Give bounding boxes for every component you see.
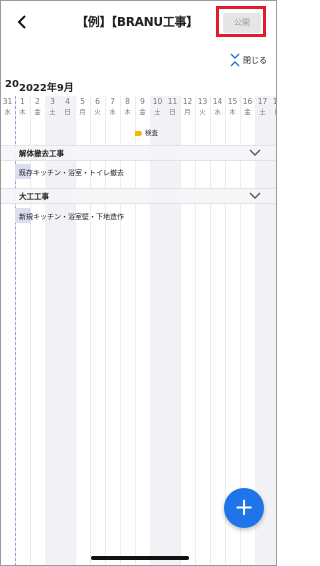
weekday-label: 月	[79, 108, 86, 116]
weekday-label: 木	[124, 108, 131, 116]
weekday-label: 水	[4, 108, 11, 116]
day-number: 1	[20, 97, 25, 106]
weekday-label: 火	[94, 108, 101, 116]
weekday-label: 金	[34, 108, 41, 116]
weekday-label: 木	[229, 108, 236, 116]
day-column	[210, 96, 225, 565]
day-number: 9	[140, 97, 145, 106]
publish-highlight-box	[216, 6, 266, 37]
add-button[interactable]: +	[224, 488, 264, 528]
day-number: 18	[273, 97, 276, 106]
weekday-label: 日	[169, 108, 176, 116]
day-column	[90, 96, 105, 565]
task-label[interactable]: 既存キッチン・浴室・トイレ撤去	[19, 168, 124, 178]
day-label: 31 水	[1, 96, 15, 118]
day-number: 10	[152, 97, 163, 106]
chevron-down-icon[interactable]	[249, 148, 261, 158]
section-title: 解体撤去工事	[19, 149, 64, 158]
weekday-label: 土	[49, 108, 56, 116]
day-number: 16	[242, 97, 253, 106]
weekday-label: 土	[259, 108, 266, 116]
day-number: 2	[35, 97, 40, 106]
close-timeline-button[interactable]: 閉じる	[229, 52, 269, 68]
weekday-label: 金	[244, 108, 251, 116]
day-column	[60, 96, 75, 565]
day-label: 3土	[45, 96, 60, 118]
day-label: 5月	[75, 96, 90, 118]
section-header-demolition[interactable]: 解体撤去工事	[1, 145, 276, 161]
weekday-label: 水	[214, 108, 221, 116]
weekday-label: 水	[109, 108, 116, 116]
day-number: 8	[125, 97, 130, 106]
day-number: 14	[212, 97, 223, 106]
day-label: 10 土	[150, 96, 165, 118]
section-title: 大工工事	[19, 192, 49, 201]
day-label: 6火	[90, 96, 105, 118]
day-column	[30, 96, 45, 565]
page-title: 【例】【BRANU工事】	[76, 15, 198, 29]
back-button[interactable]	[15, 11, 31, 33]
day-label: 13 火	[195, 96, 210, 118]
weekday-label: 木	[19, 108, 26, 116]
chevron-down-icon[interactable]	[249, 191, 261, 201]
month-label: 2022年9月	[19, 83, 74, 94]
day-column	[165, 96, 180, 565]
flag-icon	[135, 130, 142, 136]
day-label: 16 金	[240, 96, 255, 118]
day-label: 17 土	[255, 96, 270, 118]
day-column	[45, 96, 60, 565]
plus-icon: +	[233, 493, 255, 521]
day-column	[270, 96, 276, 565]
day-label: 11 日	[165, 96, 180, 118]
day-number: 6	[95, 97, 100, 106]
section-header-carpentry[interactable]: 大工工事	[1, 188, 276, 204]
day-number: 15	[227, 97, 238, 106]
weekday-label: 日	[64, 108, 71, 116]
day-label: 2金	[30, 96, 45, 118]
task-label[interactable]: 新規キッチン・浴室壁・下地造作	[19, 212, 124, 222]
day-number: 11	[167, 97, 178, 106]
day-label: 15 木	[225, 96, 240, 118]
day-label: 7水	[105, 96, 120, 118]
day-label: 18日	[270, 96, 276, 118]
day-label: 1木	[15, 96, 30, 118]
day-label: 12 月	[180, 96, 195, 118]
day-number: 17	[257, 97, 268, 106]
weekday-label: 月	[184, 108, 191, 116]
day-number: 4	[65, 97, 70, 106]
month-header: 20 2022年9月	[1, 79, 276, 94]
day-label: 4日	[60, 96, 75, 118]
day-number: 31	[2, 97, 13, 106]
milestone-label: 検査	[145, 129, 158, 137]
day-label: 9金	[135, 96, 150, 118]
day-number: 3	[50, 97, 55, 106]
day-column	[120, 96, 135, 565]
home-indicator	[91, 556, 189, 560]
day-column	[105, 96, 120, 565]
collapse-icon	[230, 53, 240, 67]
day-column	[180, 96, 195, 565]
day-number: 13	[197, 97, 208, 106]
weekday-label: 土	[154, 108, 161, 116]
day-number: 7	[110, 97, 115, 106]
day-column	[135, 96, 150, 565]
chevron-left-icon	[17, 15, 26, 29]
day-number: 12	[182, 97, 193, 106]
day-column	[150, 96, 165, 565]
weekday-label: 日	[270, 107, 276, 118]
milestone-marker[interactable]: 検査	[135, 127, 158, 137]
day-number: 5	[80, 97, 85, 106]
day-column	[195, 96, 210, 565]
day-column	[1, 96, 15, 565]
app-frame: 【例】【BRANU工事】 公開 閉じる 20 2022年9月 検査 解体撤去工事…	[0, 0, 277, 566]
day-label: 14 水	[210, 96, 225, 118]
close-label: 閉じる	[243, 56, 267, 65]
day-column	[75, 96, 90, 565]
weekday-label: 金	[139, 108, 146, 116]
prev-month-fragment: 20	[5, 79, 19, 90]
day-label: 8木	[120, 96, 135, 118]
weekday-label: 火	[199, 108, 206, 116]
